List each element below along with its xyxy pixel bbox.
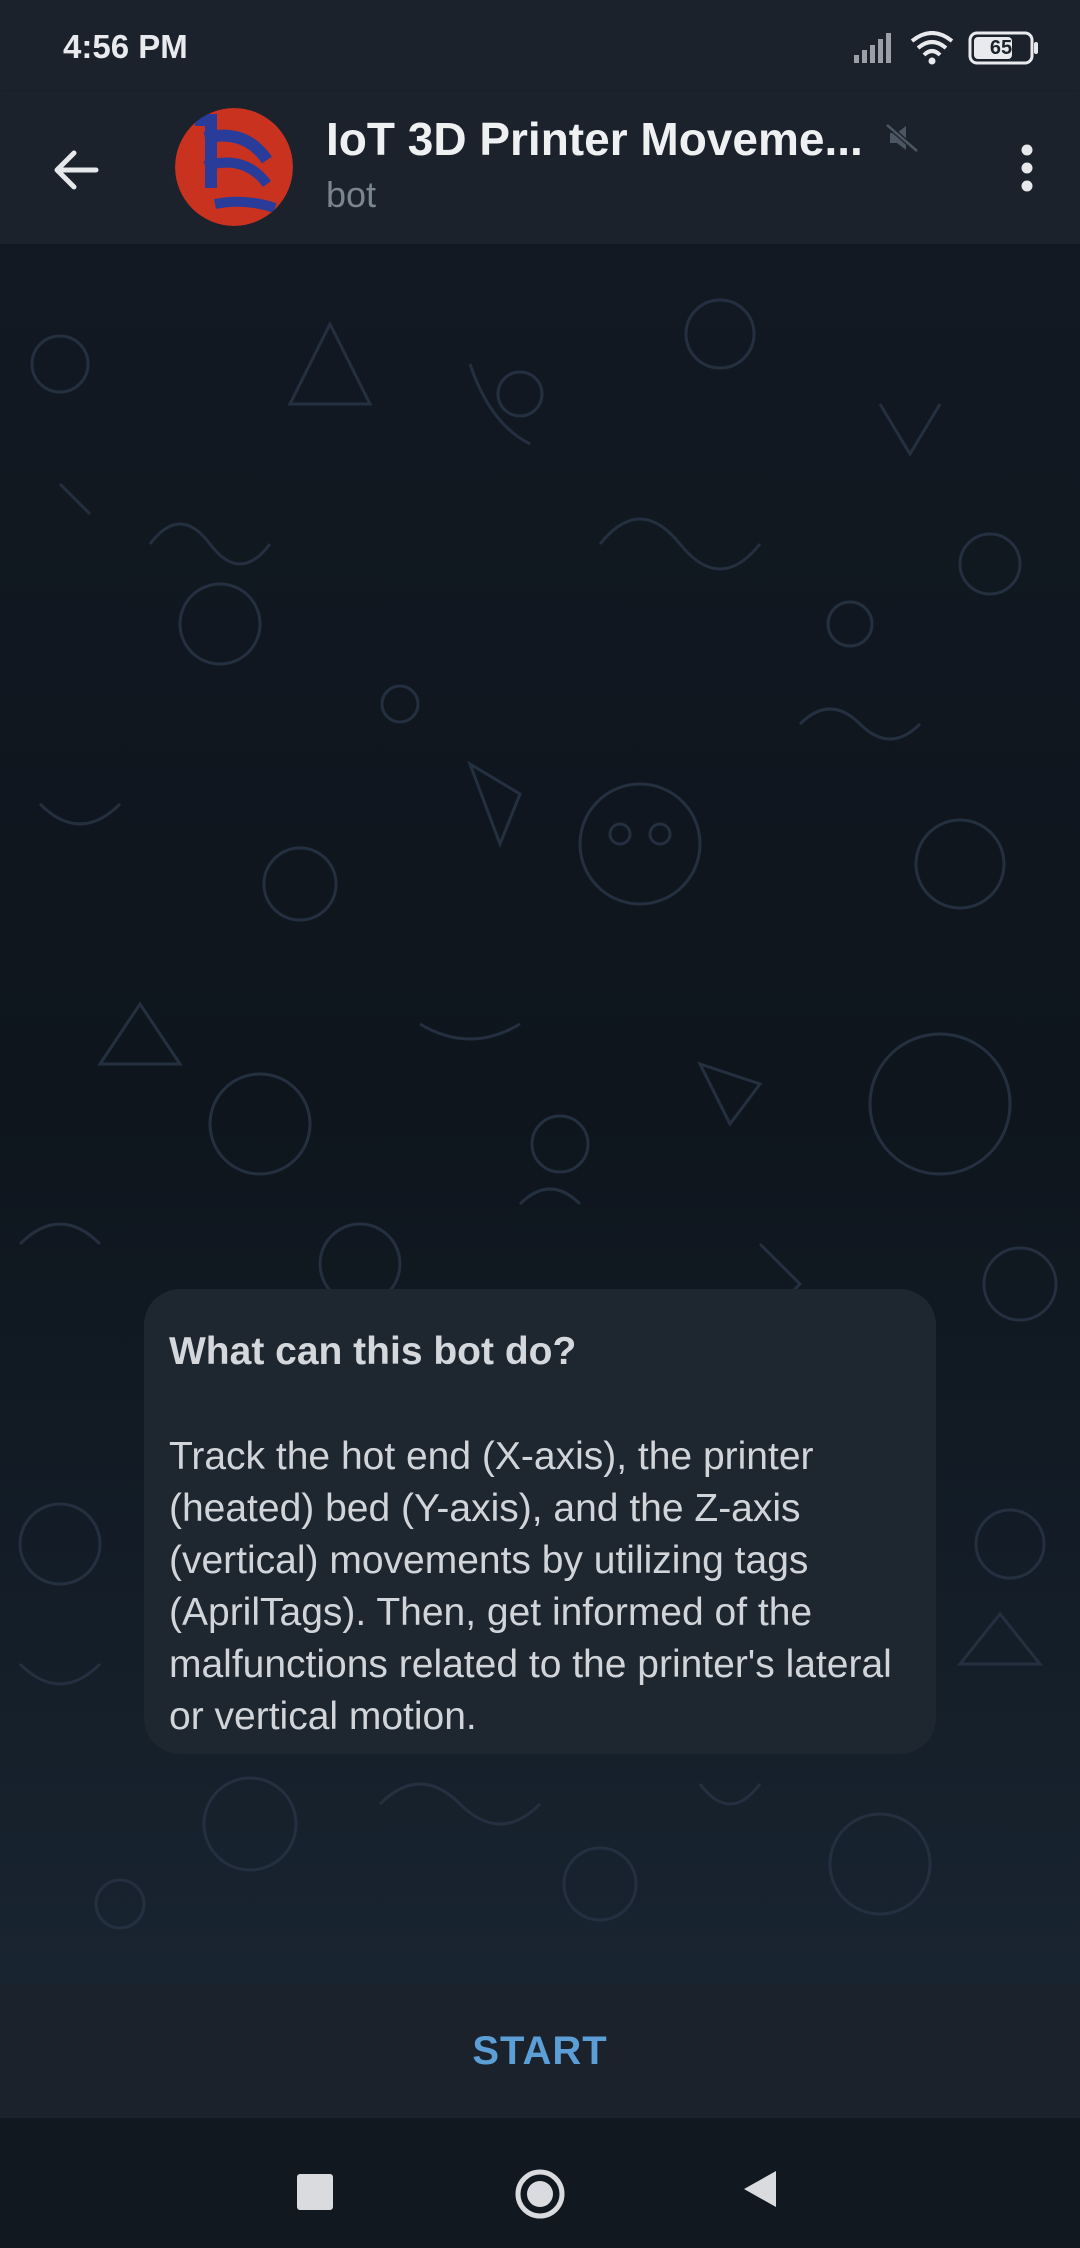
chat-header: IoT 3D Printer Moveme... bot [0, 92, 1080, 244]
start-button[interactable]: START [412, 2009, 667, 2094]
back-arrow-icon [54, 150, 99, 190]
bubble-description: Track the hot end (X-axis), the printer … [169, 1435, 892, 1738]
chat-subtitle: bot [326, 174, 377, 215]
home-icon[interactable] [514, 2168, 566, 2220]
bot-avatar[interactable] [175, 108, 293, 226]
bubble-title: What can this bot do? [169, 1330, 577, 1373]
battery-icon: 65 [968, 31, 1040, 65]
status-time: 4:56 PM [63, 28, 188, 65]
bot-info-bubble: What can this bot do? Track the hot end … [144, 1289, 936, 1754]
system-nav-bar [0, 2118, 1080, 2248]
back-button[interactable] [40, 134, 112, 206]
back-icon[interactable] [742, 2169, 778, 2209]
status-bar: 4:56 PM 65 [0, 0, 1080, 92]
recents-icon[interactable] [297, 2174, 333, 2210]
more-vert-icon [1021, 144, 1033, 192]
chat-background: What can this bot do? Track the hot end … [0, 244, 1080, 1984]
chat-title[interactable]: IoT 3D Printer Moveme... [326, 112, 886, 166]
more-options-button[interactable] [994, 132, 1060, 204]
signal-icon [854, 33, 891, 63]
status-icons: 65 [852, 28, 1040, 68]
battery-level: 65 [989, 36, 1013, 59]
wifi-icon [910, 31, 954, 65]
bottom-start-bar: START [0, 1984, 1080, 2118]
mute-icon [885, 123, 919, 153]
